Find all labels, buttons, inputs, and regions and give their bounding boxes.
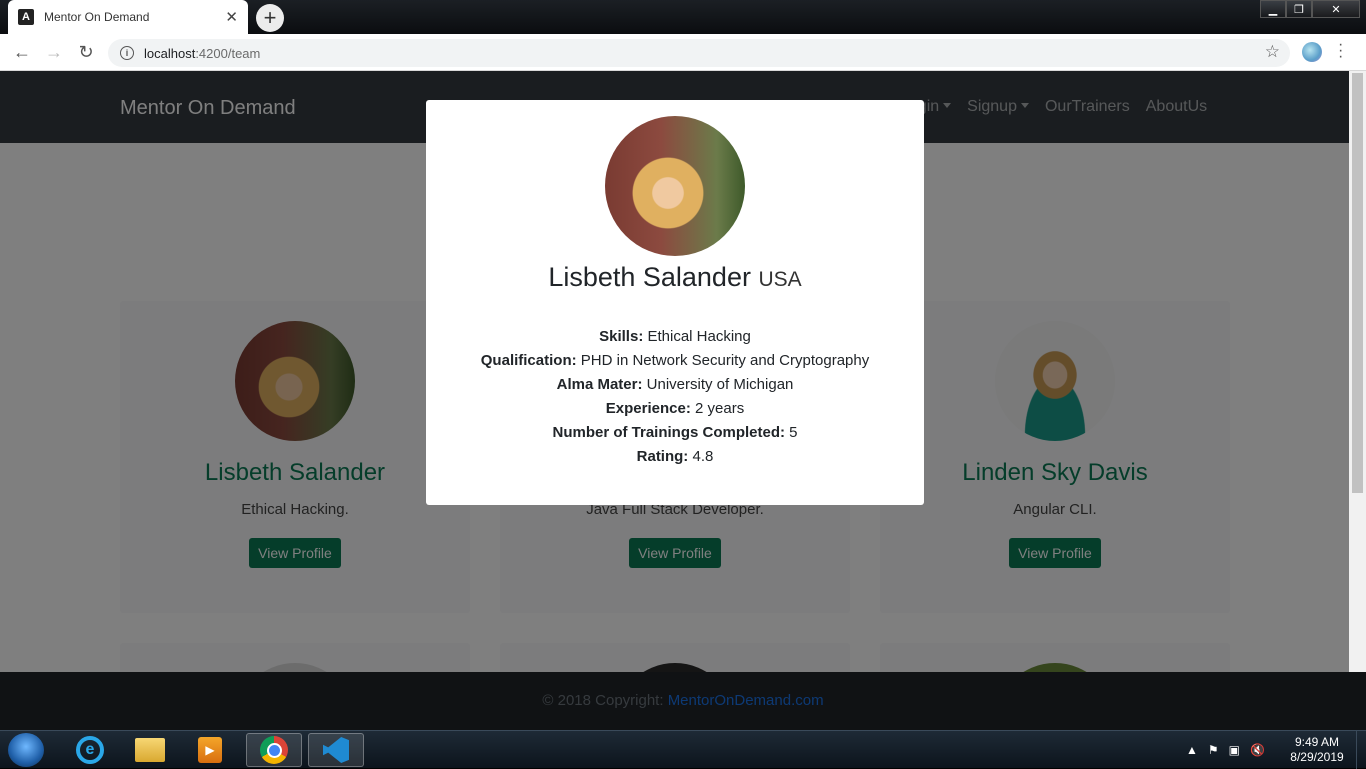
detail-alma-mater: Alma Mater: University of Michigan: [426, 373, 924, 397]
address-bar[interactable]: i localhost:4200/team ☆: [108, 39, 1290, 67]
window-controls: ▁ ❐ ✕: [1260, 0, 1360, 18]
scrollbar-thumb[interactable]: [1352, 73, 1363, 493]
action-center-flag-icon[interactable]: ⚑: [1208, 743, 1219, 757]
detail-label: Experience:: [605, 400, 691, 417]
detail-value: 5: [789, 424, 798, 441]
restore-button[interactable]: ❐: [1286, 0, 1312, 18]
tray-expand-icon[interactable]: ▲: [1186, 743, 1198, 757]
clock-date: 8/29/2019: [1290, 750, 1344, 764]
show-desktop-button[interactable]: [1356, 731, 1366, 769]
vscode-icon[interactable]: [308, 733, 364, 767]
chrome-icon[interactable]: [246, 733, 302, 767]
internet-explorer-icon[interactable]: e: [62, 733, 118, 767]
browser-titlebar: A Mentor On Demand ✕ + ▁ ❐ ✕: [0, 0, 1366, 34]
file-explorer-icon[interactable]: [122, 733, 178, 767]
tab-title: Mentor On Demand: [44, 10, 150, 24]
angular-favicon-icon: A: [18, 9, 34, 25]
volume-muted-icon[interactable]: 🔇: [1250, 743, 1265, 757]
modal-details: Skills: Ethical Hacking Qualification: P…: [426, 325, 924, 469]
detail-value: 2 years: [695, 400, 745, 417]
forward-arrow-icon[interactable]: →: [42, 40, 66, 64]
network-icon[interactable]: ▣: [1229, 743, 1240, 757]
detail-trainings: Number of Trainings Completed: 5: [426, 421, 924, 445]
detail-value: PHD in Network Security and Cryptography: [580, 352, 870, 369]
detail-value: 4.8: [692, 448, 714, 465]
bookmark-star-icon[interactable]: ☆: [1265, 42, 1280, 62]
reload-icon[interactable]: ↻: [74, 40, 98, 64]
modal-title: Lisbeth Salander USA: [426, 262, 924, 293]
detail-rating: Rating: 4.8: [426, 445, 924, 469]
url-path: :4200/team: [195, 45, 261, 61]
browser-toolbar: ← → ↻ i localhost:4200/team ☆ · · ·: [0, 34, 1366, 71]
detail-value: University of Michigan: [646, 376, 794, 393]
detail-experience: Experience: 2 years: [426, 397, 924, 421]
clock-time: 9:49 AM: [1294, 735, 1340, 749]
modal-avatar: [605, 116, 745, 256]
modal-trainer-name: Lisbeth Salander: [548, 262, 751, 292]
detail-label: Rating:: [636, 448, 689, 465]
modal-backdrop-footer[interactable]: [0, 672, 1366, 730]
back-arrow-icon[interactable]: ←: [10, 40, 34, 64]
chrome-menu-icon[interactable]: · · ·: [1338, 37, 1343, 65]
media-player-icon[interactable]: ▶: [182, 733, 238, 767]
url-host: localhost: [144, 45, 196, 61]
system-clock[interactable]: 9:49 AM 8/29/2019: [1284, 735, 1350, 765]
info-icon[interactable]: i: [120, 46, 134, 60]
detail-label: Skills:: [599, 328, 644, 345]
system-tray: ▲ ⚑ ▣ 🔇: [1186, 743, 1265, 757]
window-close-button[interactable]: ✕: [1312, 0, 1360, 18]
detail-qualification: Qualification: PHD in Network Security a…: [426, 349, 924, 373]
profile-avatar-icon[interactable]: [1302, 42, 1322, 62]
detail-skills: Skills: Ethical Hacking: [426, 325, 924, 349]
detail-label: Qualification:: [480, 352, 577, 369]
windows-taskbar: e ▶ ▲ ⚑ ▣ 🔇 9:49 AM 8/29/2019: [0, 730, 1366, 769]
page-scrollbar[interactable]: [1349, 71, 1366, 672]
browser-tab[interactable]: A Mentor On Demand ✕: [8, 0, 248, 34]
windows-start-icon[interactable]: [8, 733, 44, 767]
minimize-button[interactable]: ▁: [1260, 0, 1286, 18]
profile-modal: Lisbeth Salander USA Skills: Ethical Hac…: [426, 100, 924, 505]
modal-trainer-country: USA: [758, 268, 802, 291]
detail-label: Number of Trainings Completed:: [552, 424, 785, 441]
detail-label: Alma Mater:: [556, 376, 643, 393]
new-tab-button[interactable]: +: [256, 4, 284, 32]
tab-close-icon[interactable]: ✕: [225, 8, 238, 26]
detail-value: Ethical Hacking: [647, 328, 751, 345]
